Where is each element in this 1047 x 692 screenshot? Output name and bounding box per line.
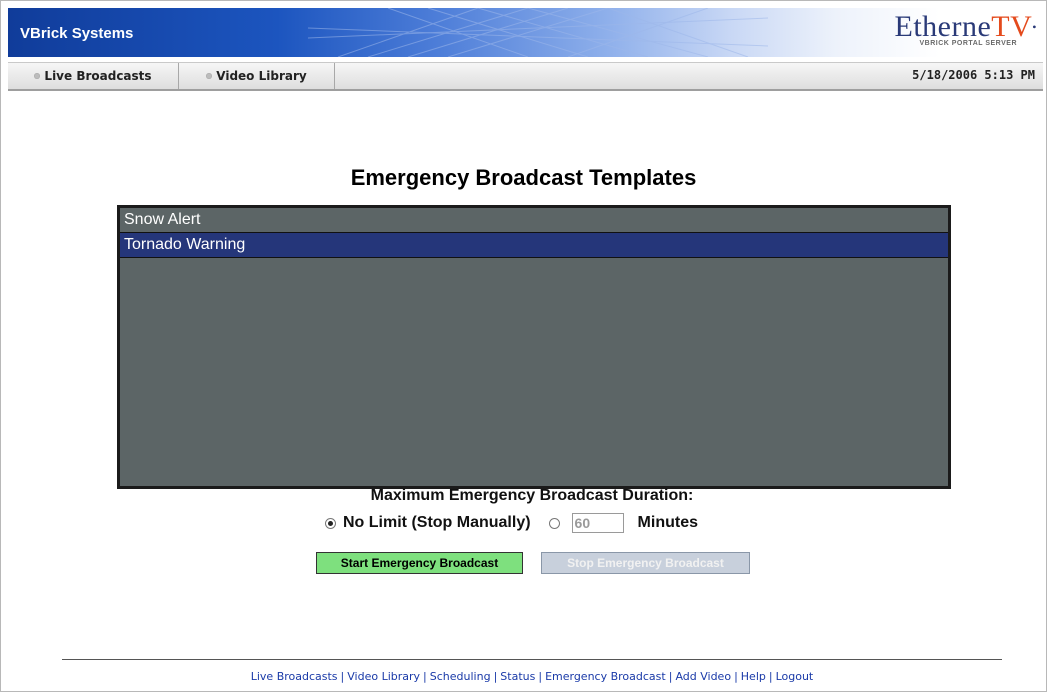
- footer-separator: |: [768, 670, 773, 683]
- footer-link-add-video[interactable]: Add Video: [675, 670, 731, 683]
- bullet-icon: [206, 73, 213, 79]
- minutes-unit-label: Minutes: [637, 514, 698, 531]
- etherne-tv-logo: EtherneTV• VBRICK PORTAL SERVER: [895, 12, 1037, 48]
- bullet-icon: [34, 73, 41, 79]
- footer-link-status[interactable]: Status: [500, 670, 535, 683]
- list-item-snow-alert[interactable]: Snow Alert: [120, 208, 948, 232]
- logo-wordmark: EtherneTV•: [895, 12, 1037, 42]
- start-emergency-broadcast-button[interactable]: Start Emergency Broadcast: [316, 552, 523, 574]
- tab-label: Live Broadcasts: [44, 69, 152, 83]
- footer-link-scheduling[interactable]: Scheduling: [430, 670, 491, 683]
- datetime-display: 5/18/2006 5:13 PM: [912, 68, 1035, 82]
- duration-label: Maximum Emergency Broadcast Duration:: [370, 487, 694, 504]
- templates-listbox[interactable]: Snow Alert Tornado Warning: [117, 205, 951, 489]
- footer-separator: |: [668, 670, 673, 683]
- header-grid-decoration: [307, 8, 769, 57]
- footer-links: Live Broadcasts | Video Library | Scheduling…: [0, 670, 1047, 683]
- footer-link-logout[interactable]: Logout: [776, 670, 814, 683]
- logo-text: Etherne: [894, 10, 992, 43]
- radio-minutes[interactable]: [548, 517, 560, 529]
- header-banner: VBrick Systems EtherneTV• VBRICK PORTAL …: [8, 8, 1043, 57]
- tab-label: Video Library: [216, 69, 307, 83]
- radio-no-limit-label: No Limit (Stop Manually): [343, 514, 531, 531]
- list-item-tornado-warning[interactable]: Tornado Warning: [120, 232, 948, 258]
- tab-video-library[interactable]: Video Library: [179, 63, 335, 89]
- minutes-input[interactable]: [571, 513, 624, 533]
- footer-separator: |: [423, 670, 427, 683]
- brand-name: VBrick Systems: [20, 25, 134, 42]
- footer-separator: |: [340, 670, 345, 683]
- footer-divider: [62, 659, 1002, 660]
- footer-link-emergency-broadcast[interactable]: Emergency Broadcast: [545, 670, 666, 683]
- duration-options: No Limit (Stop Manually) Minutes: [325, 510, 698, 536]
- logo-tv-text: TV: [991, 10, 1033, 43]
- radio-no-limit[interactable]: [325, 517, 336, 529]
- footer-separator: |: [493, 670, 498, 683]
- page-title: Emergency Broadcast Templates: [350, 165, 697, 190]
- footer-link-help[interactable]: Help: [741, 670, 766, 683]
- footer-link-live-broadcasts[interactable]: Live Broadcasts: [251, 670, 338, 683]
- nav-bar: Live Broadcasts Video Library 5/18/2006 …: [8, 62, 1043, 91]
- stop-emergency-broadcast-button[interactable]: Stop Emergency Broadcast: [541, 552, 750, 574]
- tab-live-broadcasts[interactable]: Live Broadcasts: [8, 63, 179, 89]
- footer-separator: |: [538, 670, 543, 683]
- footer-separator: |: [734, 670, 738, 683]
- logo-bullet: •: [1032, 20, 1037, 34]
- footer-link-video-library[interactable]: Video Library: [347, 670, 420, 683]
